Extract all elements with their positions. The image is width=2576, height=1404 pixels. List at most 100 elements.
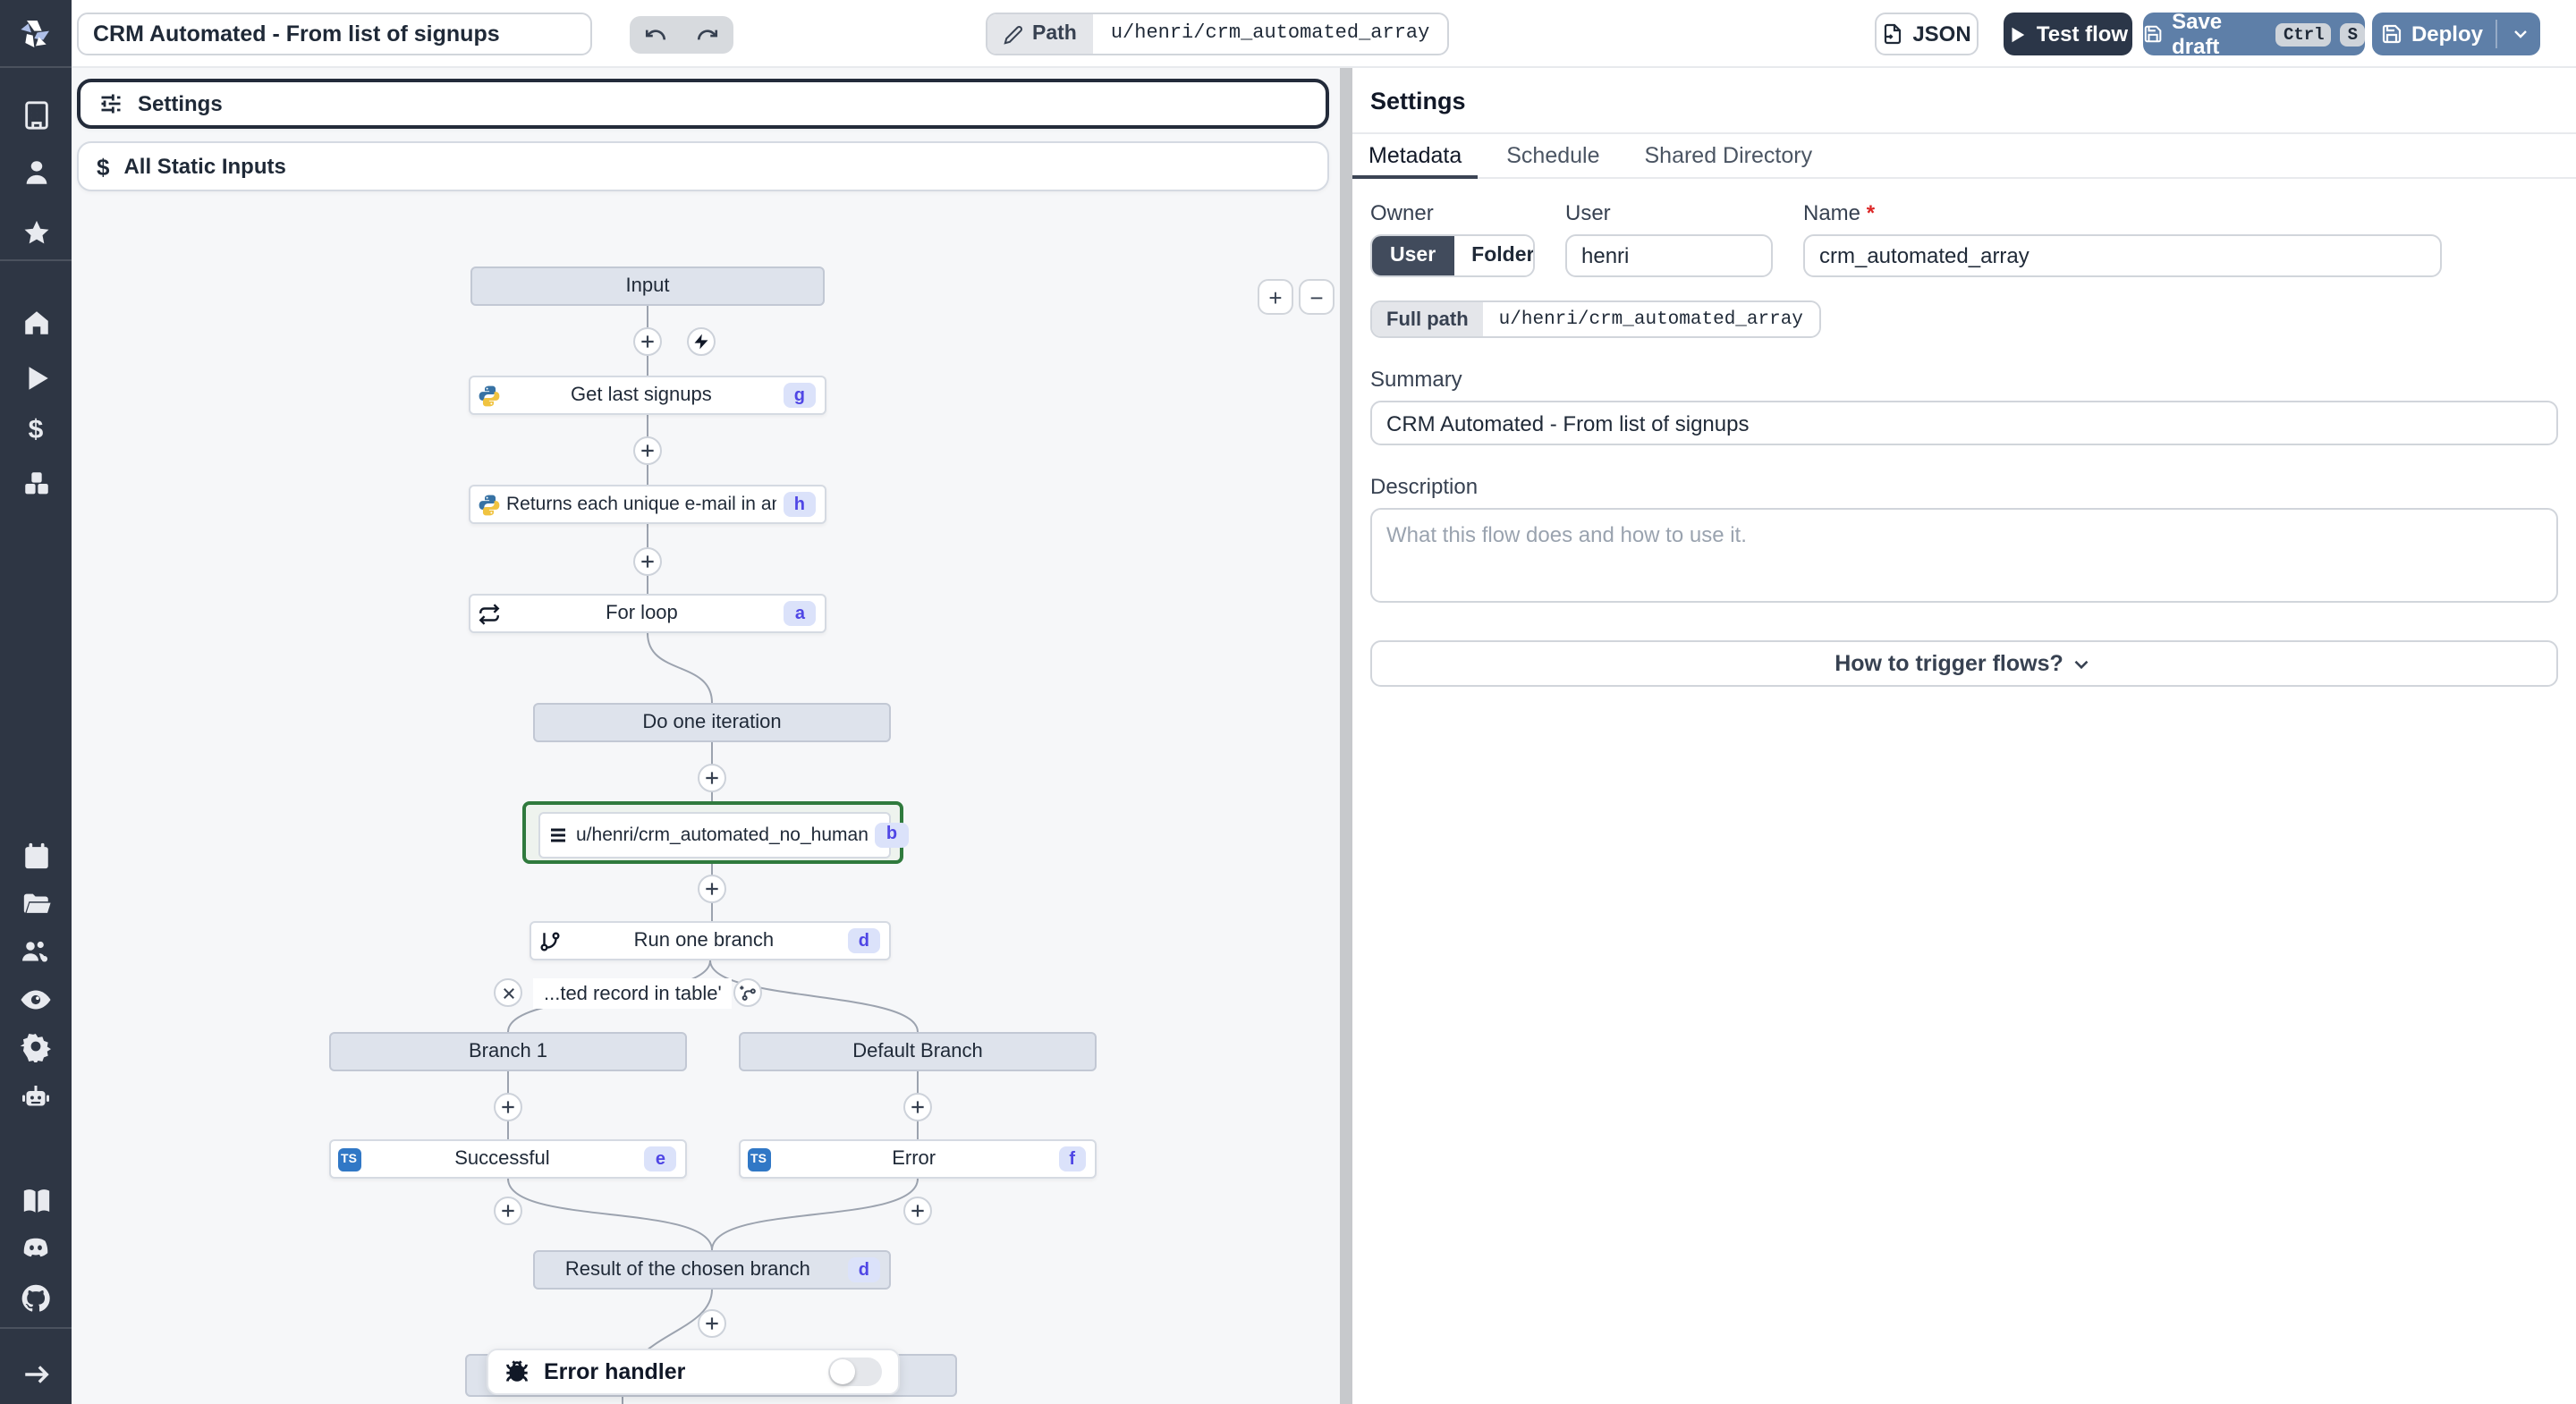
node-get-last-signups[interactable]: Get last signups g (469, 376, 826, 415)
tab-schedule[interactable]: Schedule (1490, 134, 1615, 177)
add-step-button[interactable] (903, 1093, 932, 1121)
node-id-badge: e (644, 1146, 676, 1171)
add-step-button[interactable] (494, 1093, 522, 1121)
sidebar-item-github[interactable] (0, 1277, 72, 1320)
deploy-label: Deploy (2411, 21, 2483, 47)
add-step-button[interactable] (698, 1309, 726, 1338)
typescript-icon: TS (741, 1147, 776, 1171)
error-handler-toggle[interactable] (828, 1357, 882, 1386)
node-do-one-iteration[interactable]: Do one iteration (533, 703, 891, 742)
flow-title-input[interactable] (77, 13, 592, 55)
add-step-button[interactable] (633, 327, 662, 356)
sidebar-item-ai[interactable] (0, 1075, 72, 1118)
owner-folder-option[interactable]: Folder (1453, 236, 1533, 275)
add-step-button[interactable] (633, 436, 662, 465)
add-step-button[interactable] (698, 875, 726, 903)
user-input[interactable] (1565, 234, 1773, 277)
panel-tabs: Metadata Schedule Shared Directory (1352, 134, 2576, 179)
lightning-icon (694, 334, 708, 350)
sidebar-collapse-button[interactable] (0, 1352, 72, 1395)
json-button[interactable]: JSON (1875, 13, 1979, 55)
how-to-trigger-flows-button[interactable]: How to trigger flows? (1370, 640, 2558, 687)
node-crm-automated-no-human[interactable]: u/henri/crm_automated_no_human b (538, 811, 909, 858)
flow-steps-icon (540, 824, 576, 845)
summary-input[interactable] (1370, 401, 2558, 445)
plus-icon (641, 555, 654, 568)
test-flow-label: Test flow (2036, 21, 2129, 47)
node-for-loop[interactable]: For loop a (469, 594, 826, 633)
add-step-button[interactable] (494, 1197, 522, 1225)
undo-redo-group (630, 16, 733, 54)
trigger-button[interactable] (687, 327, 716, 356)
node-default-branch[interactable]: Default Branch (739, 1032, 1097, 1071)
owner-user-option[interactable]: User (1372, 236, 1454, 275)
node-id-badge: b (875, 822, 909, 847)
sidebar-item-audit-logs[interactable] (0, 978, 72, 1021)
remove-branch-button[interactable] (494, 978, 522, 1007)
node-branch-1[interactable]: Branch 1 (329, 1032, 687, 1071)
node-input[interactable]: Input (470, 266, 825, 306)
redo-icon (697, 30, 718, 40)
save-draft-button[interactable]: Save draft Ctrl S (2143, 9, 2365, 59)
sidebar-item-home[interactable] (0, 300, 72, 343)
chevron-down-icon[interactable] (2510, 23, 2531, 45)
x-icon (503, 987, 513, 998)
edit-path-button[interactable]: Path (987, 14, 1093, 54)
redo-button[interactable] (696, 23, 719, 47)
node-id-badge: d (847, 1257, 880, 1282)
sidebar-item-favorites[interactable] (0, 211, 72, 254)
node-successful[interactable]: TS Successful e (329, 1139, 687, 1179)
sidebar-item-discord[interactable] (0, 1227, 72, 1270)
sidebar-item-variables[interactable]: $ (0, 408, 72, 451)
sidebar-item-schedules[interactable] (0, 833, 72, 876)
add-step-button[interactable] (903, 1197, 932, 1225)
undo-button[interactable] (644, 23, 667, 47)
node-error[interactable]: TS Error f (739, 1139, 1097, 1179)
file-json-icon (1885, 23, 1902, 45)
sidebar-item-groups[interactable] (0, 930, 72, 973)
node-id-badge: d (847, 928, 880, 953)
folder-open-icon (22, 892, 50, 912)
save-icon (2382, 24, 2402, 44)
plus-icon (706, 772, 718, 784)
node-run-one-branch-label: Run one branch (633, 930, 775, 952)
sidebar-item-user[interactable] (0, 150, 72, 193)
test-flow-button[interactable]: Test flow (2004, 13, 2132, 55)
json-label: JSON (1912, 21, 1971, 47)
error-handler-card[interactable]: Error handler (487, 1349, 900, 1395)
node-do-one-iteration-label: Do one iteration (642, 712, 782, 733)
panel-resize-handle[interactable] (1340, 68, 1352, 1404)
robot-icon (22, 1086, 49, 1106)
name-input[interactable] (1803, 234, 2442, 277)
sidebar-item-folders[interactable] (0, 882, 72, 925)
node-result-chosen-branch[interactable]: Result of the chosen branch d (533, 1250, 891, 1290)
windmill-logo[interactable] (0, 0, 72, 68)
sidebar-item-settings[interactable] (0, 1025, 72, 1068)
metadata-form: Owner User Folder User Name * Full path (1352, 179, 2576, 687)
add-branch-button[interactable] (733, 978, 762, 1007)
node-run-one-branch[interactable]: Run one branch d (530, 921, 891, 960)
full-path-value: u/henri/crm_automated_array (1482, 302, 1819, 336)
pencil-icon (1004, 25, 1022, 44)
description-textarea[interactable] (1370, 508, 2558, 603)
sidebar-item-docs[interactable] (0, 1179, 72, 1222)
book-open-icon (22, 1188, 49, 1212)
add-step-button[interactable] (698, 764, 726, 792)
node-crm-automated-no-human-selected[interactable]: u/henri/crm_automated_no_human b (522, 801, 909, 864)
path-chip: Path u/henri/crm_automated_array (986, 13, 1450, 55)
sidebar-item-runs[interactable] (0, 356, 72, 399)
sidebar-item-resources[interactable] (0, 461, 72, 504)
tab-shared-directory[interactable]: Shared Directory (1629, 134, 1829, 177)
plus-icon (641, 335, 654, 348)
user-label: User (1565, 200, 1611, 225)
sidebar-item-workspace[interactable] (0, 93, 72, 136)
required-asterisk: * (1866, 200, 1876, 225)
add-step-button[interactable] (633, 547, 662, 576)
node-returns-unique-emails[interactable]: Returns each unique e-mail in an array h (469, 485, 826, 524)
path-value[interactable]: u/henri/crm_automated_array (1093, 14, 1447, 54)
deploy-button[interactable]: Deploy (2372, 13, 2540, 55)
undo-icon (645, 30, 666, 40)
tab-metadata[interactable]: Metadata (1352, 134, 1479, 179)
flow-editor-app: $ Path u/henri/crm_automated_array (0, 0, 2576, 1404)
kbd-s: S (2340, 22, 2365, 46)
